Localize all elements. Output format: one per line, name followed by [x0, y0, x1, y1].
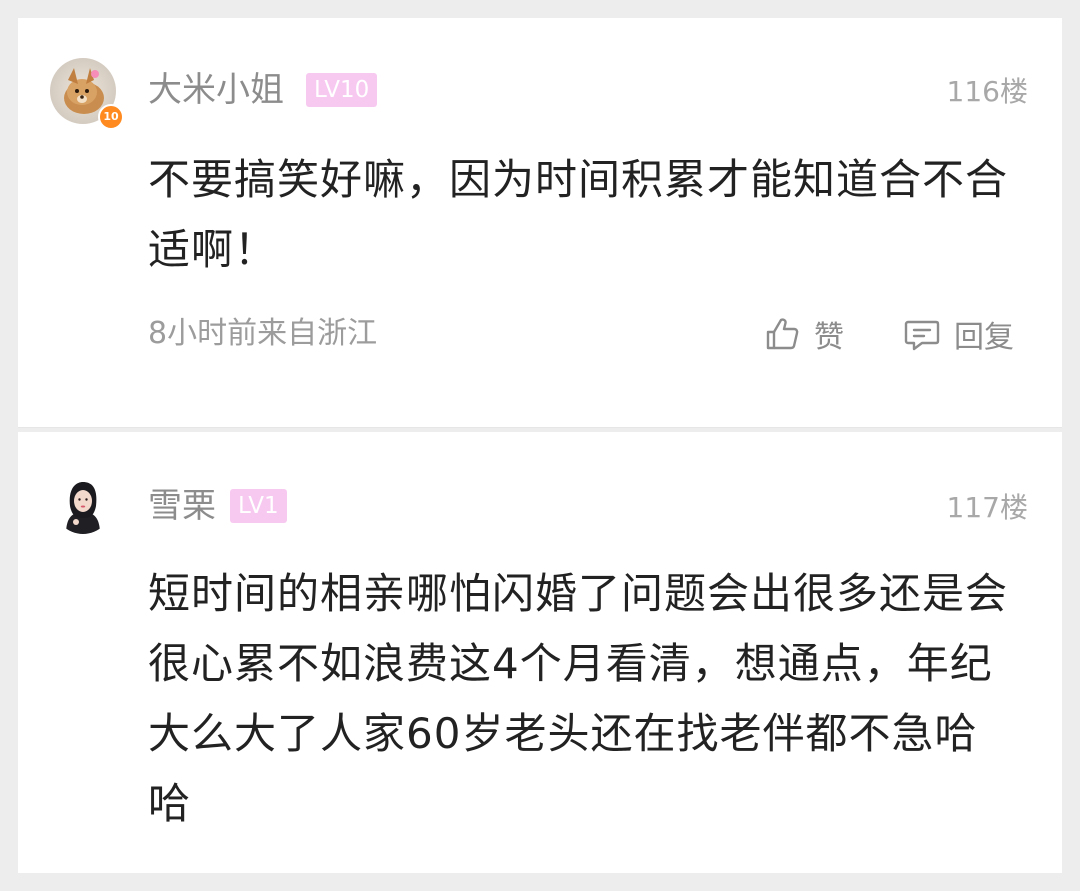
reply-label: 回复 — [954, 320, 1014, 355]
thumbs-up-icon — [762, 314, 802, 354]
username[interactable]: 雪栗 — [148, 486, 216, 526]
level-badge: LV10 — [306, 73, 378, 107]
like-label: 赞 — [814, 320, 844, 355]
like-button[interactable]: 赞 — [762, 314, 844, 355]
floor-number: 116楼 — [946, 75, 1028, 108]
level-badge: LV1 — [230, 489, 287, 523]
floor-number: 117楼 — [946, 491, 1028, 524]
timestamp-location: 8小时前来自浙江 — [148, 316, 378, 351]
username[interactable]: 大米小姐 — [148, 70, 284, 110]
comment-text: 短时间的相亲哪怕闪婚了问题会出很多还是会很心累不如浪费这4个月看清，想通点，年纪… — [148, 569, 1009, 828]
comment-card: 雪栗 LV1 117楼 短时间的相亲哪怕闪婚了问题会出很多还是会很心累不如浪费这… — [18, 432, 1062, 873]
comment-bubble-icon — [902, 314, 942, 354]
avatar-level-badge: 10 — [98, 104, 124, 130]
reply-button[interactable]: 回复 — [902, 314, 1014, 355]
divider — [18, 427, 1062, 428]
comment-card: 10 大米小姐 LV10 116楼 不要搞笑好嘛，因为时间积累才能知道合不合适啊… — [18, 18, 1062, 428]
avatar[interactable] — [54, 476, 112, 534]
girl-avatar-icon — [54, 476, 112, 534]
comment-text: 不要搞笑好嘛，因为时间积累才能知道合不合适啊！ — [148, 155, 1009, 274]
